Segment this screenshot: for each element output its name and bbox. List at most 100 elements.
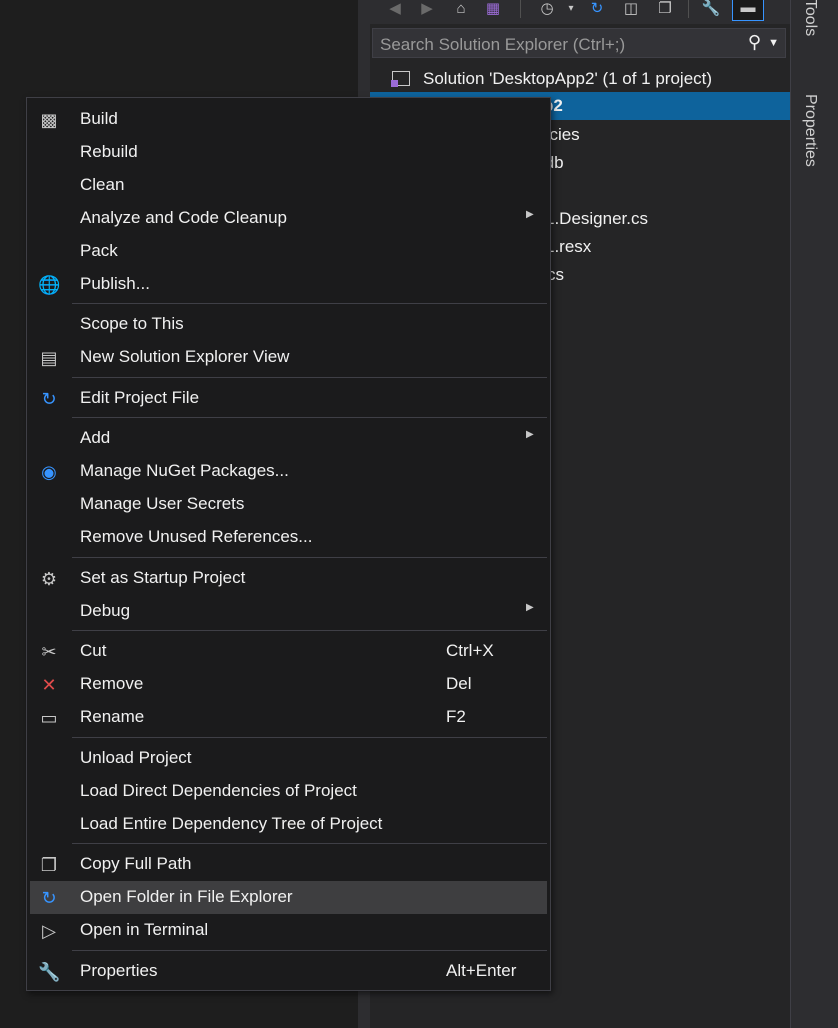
search-input[interactable]: Search Solution Explorer (Ctrl+;) [380,35,625,55]
preview-selected-icon[interactable]: ▬ [732,0,764,21]
menu-item-label: Pack [80,241,118,260]
menu-item-load-entire-dependency-tree[interactable]: Load Entire Dependency Tree of Project [30,808,547,841]
history-dropdown-icon[interactable]: ▾ [560,0,582,20]
menu-item-rebuild[interactable]: Rebuild [30,136,547,169]
new-view-icon: ▤ [40,348,58,368]
menu-item-label: Rename [80,707,145,726]
menu-separator [72,630,547,631]
wrench-icon: 🔧 [38,962,61,982]
submenu-arrow-icon: ▶ [526,429,534,440]
menu-item-add[interactable]: Add ▶ [30,422,547,455]
menu-item-label: Properties [80,961,158,980]
tree-item-label: 1.Designer.cs [545,209,648,228]
tree-item-label: Solution 'DesktopApp2' (1 of 1 project) [423,69,713,88]
tab-diagnostic-tools[interactable]: Diagnostic Tools [801,0,819,36]
menu-item-scope-to-this[interactable]: Scope to This [30,308,547,341]
search-box[interactable]: Search Solution Explorer (Ctrl+;) ⚲ ▼ [372,28,786,58]
menu-item-manage-user-secrets[interactable]: Manage User Secrets [30,488,547,521]
copy-icon: ❐ [40,855,58,875]
menu-separator [72,417,547,418]
menu-item-analyze[interactable]: Analyze and Code Cleanup ▶ [30,202,547,235]
chevron-down-icon[interactable]: ▼ [768,37,779,49]
menu-item-label: Cut [80,641,107,660]
menu-item-label: Build [80,109,118,128]
collapse-all-icon[interactable]: ◫ [620,0,642,20]
menu-item-label: Load Direct Dependencies of Project [80,781,357,800]
menu-item-label: Clean [80,175,125,194]
search-icon[interactable]: ⚲ [748,32,761,53]
menu-item-cut[interactable]: ✂ Cut Ctrl+X [30,635,547,668]
tab-properties[interactable]: Properties [801,94,819,167]
menu-item-pack[interactable]: Pack [30,235,547,268]
solution-explorer-toolbar: ◀ ▶ ⌂ ▦ ◷ ▾ ↻ ◫ ❐ 🔧 ▬ [370,0,790,24]
menu-item-label: Load Entire Dependency Tree of Project [80,814,383,833]
menu-item-shortcut: Alt+Enter [446,961,517,980]
menu-item-remove[interactable]: ✕ Remove Del [30,668,547,701]
wrench-icon[interactable]: 🔧 [700,0,722,20]
menu-item-remove-unused-references[interactable]: Remove Unused References... [30,521,547,554]
globe-icon: 🌐 [38,275,61,295]
switch-views-icon[interactable]: ▦ [482,0,504,20]
tree-item-solution[interactable]: Solution 'DesktopApp2' (1 of 1 project) [370,65,790,93]
close-icon: ✕ [41,675,57,695]
refresh-arrow-icon: ↻ [41,888,57,908]
menu-item-open-in-terminal[interactable]: ▷ Open in Terminal [30,914,547,947]
menu-separator [72,303,547,304]
menu-item-unload-project[interactable]: Unload Project [30,742,547,775]
menu-item-label: Open Folder in File Explorer [80,887,293,906]
menu-item-shortcut: F2 [446,707,466,726]
menu-item-debug[interactable]: Debug ▶ [30,595,547,628]
menu-item-set-startup-project[interactable]: ⚙ Set as Startup Project [30,562,547,595]
menu-item-label: Manage User Secrets [80,494,245,513]
home-icon[interactable]: ⌂ [450,0,472,20]
menu-item-label: Set as Startup Project [80,568,246,587]
toolbar-separator [520,0,521,18]
sync-icon[interactable]: ↻ [586,0,608,20]
menu-item-label: Debug [80,601,131,620]
menu-item-label: Analyze and Code Cleanup [80,208,287,227]
show-all-files-icon[interactable]: ❐ [654,0,676,20]
build-icon: ▩ [40,110,58,130]
menu-item-label: New Solution Explorer View [80,347,290,366]
scissors-icon: ✂ [41,642,57,662]
menu-separator [72,377,547,378]
menu-item-shortcut: Ctrl+X [446,641,494,660]
submenu-arrow-icon: ▶ [526,209,534,220]
menu-item-manage-nuget[interactable]: ◉ Manage NuGet Packages... [30,455,547,488]
menu-item-clean[interactable]: Clean [30,169,547,202]
menu-item-label: Remove [80,674,144,693]
menu-item-edit-project-file[interactable]: ↻ Edit Project File [30,382,547,415]
rename-icon: ▭ [40,708,58,728]
gear-icon: ⚙ [40,569,58,589]
menu-item-label: Unload Project [80,748,192,767]
menu-separator [72,737,547,738]
menu-item-new-solution-explorer-view[interactable]: ▤ New Solution Explorer View [30,341,547,374]
menu-item-open-folder-in-file-explorer[interactable]: ↻ Open Folder in File Explorer [30,881,547,914]
menu-item-copy-full-path[interactable]: ❐ Copy Full Path [30,848,547,881]
menu-item-build[interactable]: ▩ Build [30,103,547,136]
menu-item-label: Copy Full Path [80,854,192,873]
back-icon[interactable]: ◀ [384,0,406,20]
menu-separator [72,843,547,844]
menu-item-shortcut: Del [446,674,472,693]
menu-item-label: Edit Project File [80,388,200,407]
menu-item-label: Open in Terminal [80,920,209,939]
context-menu: ▩ Build Rebuild Clean Analyze and Code C… [26,97,551,991]
nuget-icon: ◉ [41,462,57,482]
tree-item-label: 1.resx [545,237,592,256]
menu-item-load-direct-dependencies[interactable]: Load Direct Dependencies of Project [30,775,547,808]
menu-item-label: Manage NuGet Packages... [80,461,289,480]
toolbar-separator [688,0,689,18]
submenu-arrow-icon: ▶ [526,602,534,613]
menu-item-properties[interactable]: 🔧 Properties Alt+Enter [30,955,547,988]
menu-item-rename[interactable]: ▭ Rename F2 [30,701,547,734]
forward-icon[interactable]: ▶ [416,0,438,20]
menu-item-label: Publish... [80,274,150,293]
menu-item-label: Add [80,428,111,447]
menu-item-publish[interactable]: 🌐 Publish... [30,268,547,301]
terminal-icon: ▷ [42,921,56,941]
edit-file-icon: ↻ [41,389,57,409]
menu-item-label: Remove Unused References... [80,527,313,546]
history-icon[interactable]: ◷ [536,0,558,20]
menu-item-label: Scope to This [80,314,184,333]
